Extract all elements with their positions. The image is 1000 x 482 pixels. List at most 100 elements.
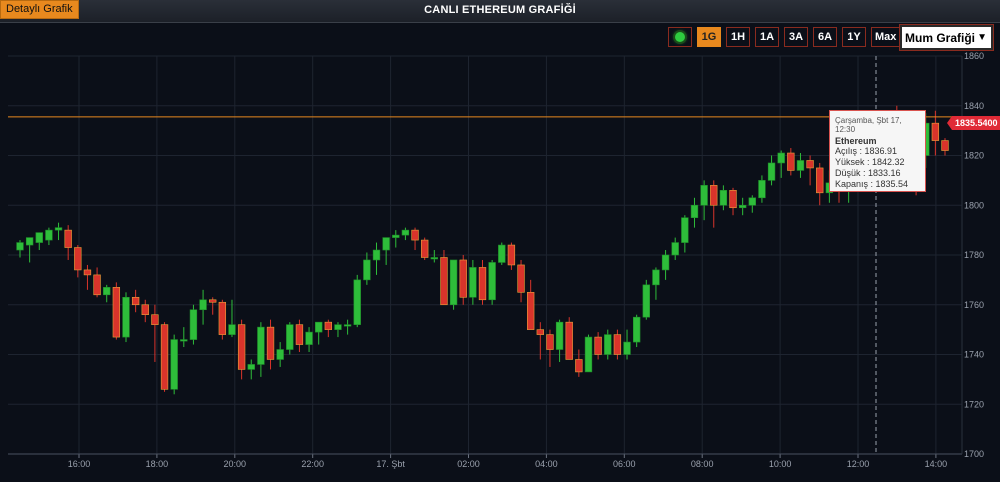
candle-body [25, 237, 34, 246]
candle-body [54, 227, 63, 231]
y-tick-label: 1840 [964, 101, 984, 111]
y-tick-label: 1780 [964, 250, 984, 260]
candle-body [74, 247, 82, 271]
candle-body [652, 269, 660, 286]
candle-body [334, 324, 342, 330]
x-tick-label: 16:00 [68, 459, 91, 469]
candle-body [767, 162, 776, 181]
x-tick-label: 12:00 [847, 459, 870, 469]
y-tick-label: 1860 [964, 51, 984, 61]
candle-body [469, 267, 477, 298]
candle-body [575, 359, 583, 373]
tooltip-date: Çarşamba, Şbt 17, 12:30 [835, 116, 902, 134]
candle-body [507, 244, 516, 266]
x-tick-label: 14:00 [925, 459, 948, 469]
candle-body [363, 259, 371, 281]
candle-body [584, 336, 593, 373]
candle-body [382, 237, 390, 251]
candle-body [266, 326, 275, 360]
candle-body [170, 339, 178, 390]
candle-body [372, 249, 381, 261]
candle-body [112, 287, 121, 338]
candle-body [189, 309, 198, 340]
candle-body [93, 274, 101, 296]
candle-body [122, 296, 130, 338]
y-tick-label: 1820 [964, 151, 984, 161]
candle-body [555, 321, 564, 350]
tooltip-close: Kapanış : 1835.54 [835, 179, 909, 189]
y-tick-label: 1740 [964, 350, 984, 360]
candle-body [315, 321, 323, 333]
candle-body [228, 324, 236, 335]
candle-body [276, 349, 284, 360]
candle-body [661, 254, 670, 271]
candle-body [777, 152, 785, 164]
x-tick-label: 20:00 [224, 459, 247, 469]
y-tick-label: 1760 [964, 300, 984, 310]
candle-body [546, 334, 554, 350]
candle-body [941, 140, 949, 151]
candle-body [151, 314, 159, 325]
candle-body [237, 324, 246, 370]
candle-body [45, 229, 53, 241]
candle-body [613, 334, 622, 355]
candle-body [343, 324, 352, 327]
candle-body [199, 299, 207, 311]
tooltip-high: Yüksek : 1842.32 [835, 157, 905, 167]
candle-body [324, 321, 333, 330]
candle-body [411, 229, 419, 241]
candle-body [488, 262, 496, 301]
x-tick-label: 06:00 [613, 459, 636, 469]
candle-body [257, 326, 265, 365]
x-tick-label: 10:00 [769, 459, 792, 469]
tooltip-open: Açılış : 1836.91 [835, 146, 898, 156]
candlestick-chart[interactable]: 1700 1720 1740 1760 1780 1800 1820 1840 1860 16:0… [0, 0, 1000, 482]
candle-body [816, 167, 824, 194]
candle-body [16, 242, 24, 251]
candle-body [748, 197, 756, 206]
candle-body [719, 190, 728, 206]
y-tick-label: 1800 [964, 200, 984, 210]
candle-body [209, 299, 217, 303]
candle-body [459, 259, 467, 298]
candle-body [247, 364, 255, 370]
tooltip-low: Düşük : 1833.16 [835, 168, 901, 178]
x-tick-label: 17. Şbt [376, 459, 405, 469]
candle-body [738, 204, 747, 209]
candle-body [642, 284, 650, 318]
candle-body [295, 324, 304, 345]
candle-body [103, 287, 111, 296]
candle-body [160, 324, 169, 390]
x-tick-label: 02:00 [457, 459, 480, 469]
candle-tooltip: Çarşamba, Şbt 17, 12:30 Ethereum Açılış … [829, 110, 926, 192]
candle-body [131, 296, 140, 306]
candle-body [632, 316, 641, 343]
candle-body [671, 242, 679, 256]
candle-body [392, 234, 400, 238]
candle-body [565, 321, 573, 360]
candle-body [604, 334, 612, 355]
candle-body [286, 324, 294, 350]
candle-body [527, 292, 535, 330]
candle-body [710, 185, 718, 206]
candle-body [305, 331, 313, 345]
candle-body [681, 217, 689, 243]
y-tick-label: 1720 [964, 399, 984, 409]
candle-body [430, 257, 438, 260]
candle-body [796, 160, 805, 171]
candle-body [64, 229, 72, 248]
candle-body [83, 269, 92, 276]
candle-body [421, 239, 429, 258]
candle-body [141, 304, 149, 315]
candle-body [180, 339, 188, 342]
candle-body [623, 341, 631, 355]
candle-body [758, 180, 766, 199]
candle-body [931, 122, 940, 141]
candle-body [700, 185, 708, 206]
candle-body [478, 267, 487, 301]
candle-body [806, 160, 814, 169]
x-tick-label: 18:00 [146, 459, 169, 469]
candle-body [729, 190, 737, 209]
candle-body [787, 152, 795, 171]
candle-body [498, 244, 506, 263]
